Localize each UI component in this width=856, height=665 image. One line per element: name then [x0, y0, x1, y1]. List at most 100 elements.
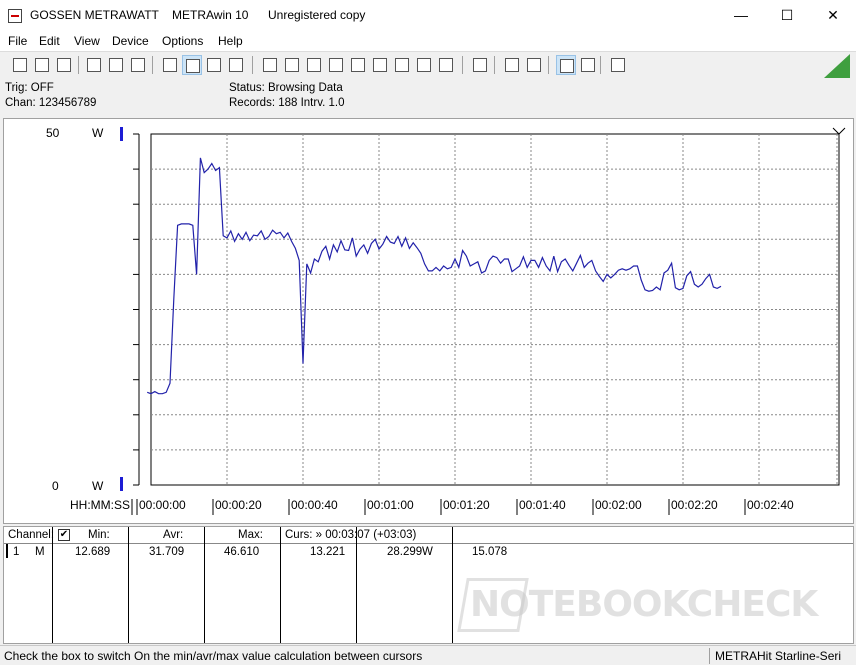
header-cursor: Curs: » 00:03:07 (+03:03) [285, 529, 417, 541]
power-chart[interactable]: 50 W 0 W HH:MM:SS 00:00:00 00:00:20 00:00:40 00:… [4, 119, 853, 523]
table-view-icon[interactable] [160, 55, 180, 75]
device-read-icon[interactable] [84, 55, 104, 75]
x-tick-label: 00:01:00 [367, 498, 414, 512]
column-divider [52, 527, 53, 643]
column-divider [128, 527, 129, 643]
save-file-glyph-icon [35, 58, 49, 72]
x-tick-label: 00:00:20 [215, 498, 262, 512]
copy-icon[interactable] [282, 55, 302, 75]
x-tick-label: 00:00:40 [291, 498, 338, 512]
device-read-glyph-icon [87, 58, 101, 72]
copy-glyph-icon [285, 58, 299, 72]
cell-cursor-value: 13.221 [310, 546, 346, 558]
cell-extra: 15.078 [472, 546, 508, 558]
menu-file[interactable]: File [8, 34, 27, 48]
app-icon[interactable] [8, 9, 22, 23]
open-folder-glyph-icon [57, 58, 71, 72]
cursor-bottom-marker [120, 477, 123, 491]
monitor-icon[interactable] [326, 55, 346, 75]
zoom-icon[interactable] [556, 55, 576, 75]
column-divider [452, 527, 453, 643]
hold-icon[interactable] [414, 55, 434, 75]
status-bar: Check the box to switch On the min/avr/m… [0, 645, 856, 665]
y-min-label: 0 [52, 479, 59, 493]
comment-glyph-icon [611, 58, 625, 72]
peak-icon[interactable] [370, 55, 390, 75]
wave-icon[interactable] [392, 55, 412, 75]
save-file-icon[interactable] [32, 55, 52, 75]
graph-view-icon[interactable] [182, 55, 202, 75]
info-bar: Trig: OFF Chan: 123456789 Status: Browsi… [0, 79, 856, 115]
spec-icon[interactable] [436, 55, 456, 75]
menu-device[interactable]: Device [112, 34, 149, 48]
header-channel: Channel: [8, 529, 55, 541]
print-preview-icon[interactable] [524, 55, 544, 75]
minimize-button[interactable]: — [718, 0, 764, 31]
toolbar [0, 51, 856, 78]
histogram-view-icon[interactable] [226, 55, 246, 75]
export-glyph-icon [263, 58, 277, 72]
x-tick-label: 00:02:00 [595, 498, 642, 512]
device-stop-icon[interactable] [106, 55, 126, 75]
watermark-text: NOTEBOOKCHECK [470, 584, 818, 625]
record-icon[interactable] [470, 55, 490, 75]
x-tick-label: 00:00:00 [139, 498, 186, 512]
header-divider [4, 543, 853, 544]
open-file-glyph-icon [13, 58, 27, 72]
close-button[interactable]: ✕ [810, 0, 856, 31]
signal-icon[interactable] [348, 55, 368, 75]
device-stop-glyph-icon [109, 58, 123, 72]
menu-options[interactable]: Options [162, 34, 203, 48]
toolbar-separator [462, 56, 463, 74]
spec-glyph-icon [439, 58, 453, 72]
chart-panel[interactable]: 50 W 0 W HH:MM:SS 00:00:00 00:00:20 00:00:40 00:… [3, 118, 854, 524]
search-icon[interactable] [578, 55, 598, 75]
cursor-arrow-icon [832, 127, 846, 135]
maximize-button[interactable]: ☐ [764, 0, 810, 31]
title-license: Unregistered copy [268, 8, 366, 22]
toolbar-separator [252, 56, 253, 74]
status-message: Check the box to switch On the min/avr/m… [4, 649, 423, 663]
cell-unit: W [422, 546, 433, 558]
cell-avr: 31.709 [149, 546, 185, 558]
device-step-icon[interactable] [128, 55, 148, 75]
list-view-icon[interactable] [304, 55, 324, 75]
title-company: GOSSEN METRAWATT [30, 8, 159, 22]
menu-bar: File Edit View Device Options Help [0, 31, 856, 51]
column-divider [204, 527, 205, 643]
status-triangle-icon [824, 54, 850, 78]
records-info: Records: 188 Intrv. 1.0 [229, 97, 345, 109]
peak-glyph-icon [373, 58, 387, 72]
open-folder-icon[interactable] [54, 55, 74, 75]
menu-view[interactable]: View [74, 34, 100, 48]
comment-icon[interactable] [608, 55, 628, 75]
row-marker [6, 544, 8, 558]
cell-channel-no[interactable]: 1 [13, 546, 19, 558]
open-file-icon[interactable] [10, 55, 30, 75]
cell-cursor-avr: 28.299 [387, 546, 423, 558]
menu-edit[interactable]: Edit [39, 34, 60, 48]
x-tick-label: 00:02:20 [671, 498, 718, 512]
hold-glyph-icon [417, 58, 431, 72]
histogram-view-glyph-icon [229, 58, 243, 72]
grid-view-icon[interactable] [204, 55, 224, 75]
menu-help[interactable]: Help [218, 34, 243, 48]
grid-view-glyph-icon [207, 58, 221, 72]
print-glyph-icon [505, 58, 519, 72]
header-min: Min: [88, 529, 110, 541]
cursor-top-marker [120, 127, 123, 141]
print-icon[interactable] [502, 55, 522, 75]
x-tick-label: 00:01:40 [519, 498, 566, 512]
x-tick-label: 00:01:20 [443, 498, 490, 512]
trigger-info: Trig: OFF [5, 82, 54, 94]
x-axis-title: HH:MM:SS [70, 498, 130, 512]
device-name: METRAHit Starline-Seri [715, 649, 842, 663]
minmax-checkbox[interactable]: ✔ [58, 529, 70, 541]
search-glyph-icon [581, 58, 595, 72]
export-icon[interactable] [260, 55, 280, 75]
toolbar-separator [494, 56, 495, 74]
channel-info: Chan: 123456789 [5, 97, 97, 109]
signal-glyph-icon [351, 58, 365, 72]
status-info: Status: Browsing Data [229, 82, 343, 94]
title-app: METRAwin 10 [172, 8, 249, 22]
